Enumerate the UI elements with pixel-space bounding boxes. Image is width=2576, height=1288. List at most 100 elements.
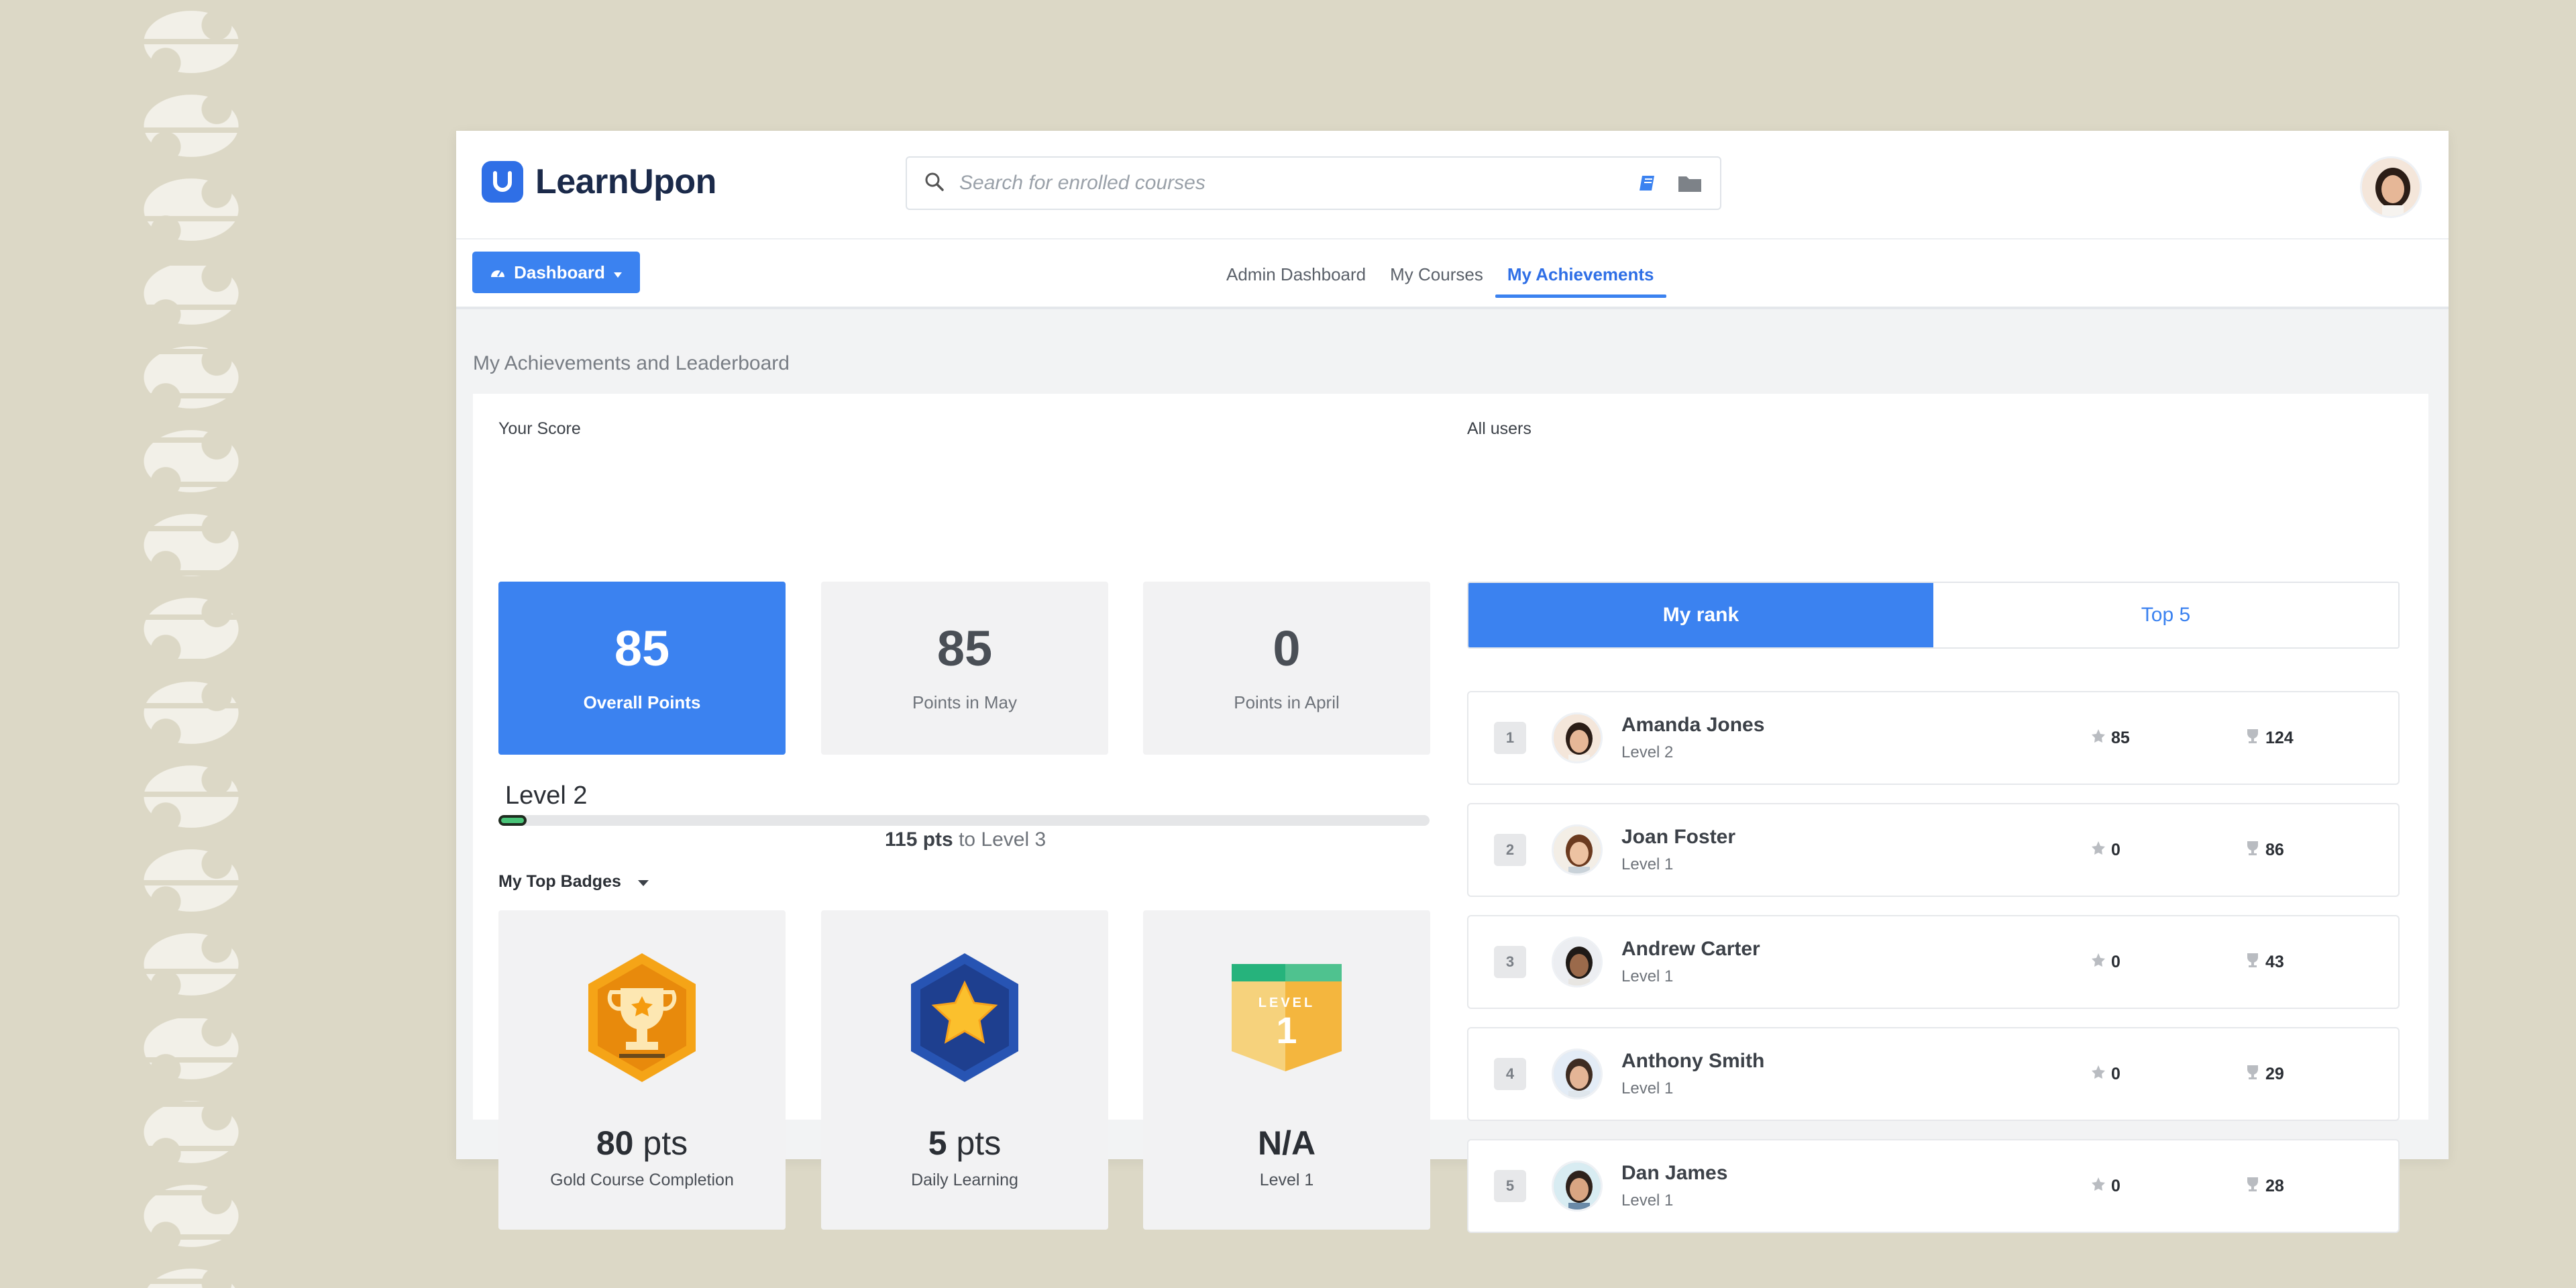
search-icon — [924, 172, 945, 195]
badge-card-level-1: LEVEL 1 N/A Level 1 — [1143, 910, 1430, 1230]
rank-number: 3 — [1494, 946, 1526, 978]
rank-number: 5 — [1494, 1170, 1526, 1202]
top-badges-label: My Top Badges — [498, 872, 621, 891]
user-level: Level 1 — [1621, 1191, 1674, 1210]
caret-down-icon — [637, 872, 649, 892]
trophy-icon — [2245, 1064, 2260, 1085]
level-title: Level 2 — [505, 782, 588, 810]
user-points: 0 — [2091, 953, 2245, 972]
user-trophies: 28 — [2245, 1176, 2326, 1197]
user-name: Amanda Jones — [1621, 714, 1765, 736]
rank-number: 4 — [1494, 1058, 1526, 1090]
points-value: 85 — [2111, 728, 2130, 747]
app-window: LearnUpon Search for enrolled courses Da… — [456, 131, 2449, 1233]
trophies-value: 86 — [2265, 840, 2284, 859]
user-trophies: 29 — [2245, 1064, 2326, 1085]
nav-bar: Dashboard Admin Dashboard My Courses My … — [456, 239, 2449, 309]
row-user-info: Amanda Jones Level 2 — [1621, 714, 2091, 762]
next-level-text: to Level 3 — [959, 828, 1046, 851]
badge-points: 80 pts — [596, 1124, 688, 1163]
all-users-label: All users — [1467, 419, 1532, 438]
user-level: Level 1 — [1621, 1079, 1674, 1097]
user-avatar — [1552, 1049, 1603, 1099]
tab-my-courses[interactable]: My Courses — [1378, 254, 1495, 295]
star-icon — [2091, 841, 2106, 860]
user-avatar — [1552, 936, 1603, 987]
top-badges-dropdown[interactable]: My Top Badges — [498, 872, 649, 892]
star-icon — [2091, 1065, 2106, 1084]
top-bar: LearnUpon — [456, 131, 2449, 239]
leaderboard-row[interactable]: 3 Andrew Carter Level 1 0 43 — [1467, 915, 2400, 1009]
trophy-icon — [2245, 728, 2260, 749]
user-trophies: 86 — [2245, 840, 2326, 861]
dashboard-dropdown-button[interactable]: Dashboard — [472, 252, 640, 293]
badge-points-value: N/A — [1257, 1124, 1316, 1162]
rank-toggle: My rank Top 5 — [1467, 582, 2400, 649]
row-user-info: Joan Foster Level 1 — [1621, 826, 2091, 874]
rank-number: 2 — [1494, 834, 1526, 866]
trophy-icon — [2245, 952, 2260, 973]
badge-points: 5 pts — [928, 1124, 1001, 1163]
row-user-info: Andrew Carter Level 1 — [1621, 938, 2091, 986]
folder-icon[interactable] — [1677, 173, 1703, 193]
overall-points-value: 85 — [614, 620, 670, 676]
logo-icon — [482, 161, 523, 203]
user-points: 0 — [2091, 841, 2245, 860]
level-badge-number: 1 — [1276, 1009, 1297, 1051]
dashboard-icon — [490, 262, 506, 283]
user-level: Level 1 — [1621, 967, 1674, 985]
user-name: Andrew Carter — [1621, 938, 1760, 960]
points-april-label: Points in April — [1234, 692, 1340, 712]
trophies-value: 28 — [2265, 1176, 2284, 1195]
points-value: 0 — [2111, 1064, 2121, 1083]
points-to-next-level: 115 pts to Level 3 — [885, 828, 1046, 851]
star-badge-icon — [904, 951, 1025, 1085]
user-trophies: 124 — [2245, 728, 2326, 749]
top-5-button[interactable]: Top 5 — [1933, 583, 2398, 647]
badge-points-unit: pts — [956, 1124, 1002, 1162]
leaderboard-row[interactable]: 5 Dan James Level 1 0 28 — [1467, 1139, 2400, 1233]
points-april-value: 0 — [1273, 620, 1301, 676]
user-level: Level 2 — [1621, 743, 1674, 761]
star-icon — [2091, 1177, 2106, 1196]
points-value: 0 — [2111, 952, 2121, 971]
brand-name: LearnUpon — [535, 162, 716, 201]
trophy-icon — [2245, 1176, 2260, 1197]
decorative-pattern — [127, 0, 255, 1288]
caret-down-icon — [613, 262, 623, 283]
user-avatar[interactable] — [2360, 156, 2422, 218]
user-name: Anthony Smith — [1621, 1050, 1765, 1072]
badge-points-unit: pts — [643, 1124, 688, 1162]
leaderboard-row[interactable]: 2 Joan Foster Level 1 0 86 — [1467, 803, 2400, 897]
points-may-card: 85 Points in May — [821, 582, 1108, 755]
badge-name: Level 1 — [1259, 1171, 1314, 1189]
catalog-icon[interactable] — [1638, 173, 1660, 193]
user-avatar — [1552, 824, 1603, 875]
level-badge-icon: LEVEL 1 — [1226, 951, 1347, 1085]
badge-name: Gold Course Completion — [550, 1171, 734, 1189]
points-may-label: Points in May — [912, 692, 1018, 712]
achievements-panel: Your Score 85 Overall Points 85 Points i… — [473, 394, 2428, 1233]
badge-card-daily-learning: 5 pts Daily Learning — [821, 910, 1108, 1230]
my-rank-button[interactable]: My rank — [1468, 583, 1933, 647]
badge-points-value: 80 — [596, 1124, 634, 1162]
brand-logo[interactable]: LearnUpon — [482, 161, 716, 203]
tab-my-achievements[interactable]: My Achievements — [1495, 254, 1666, 298]
user-name: Joan Foster — [1621, 826, 1736, 848]
badge-points-value: 5 — [928, 1124, 947, 1162]
user-points: 0 — [2091, 1065, 2245, 1084]
dashboard-button-label: Dashboard — [514, 262, 605, 282]
leaderboard-row[interactable]: 4 Anthony Smith Level 1 0 29 — [1467, 1027, 2400, 1121]
leaderboard-row[interactable]: 1 Amanda Jones Level 2 85 124 — [1467, 691, 2400, 785]
user-name: Dan James — [1621, 1162, 1728, 1184]
trophy-icon — [2245, 840, 2260, 861]
overall-points-label: Overall Points — [583, 692, 701, 712]
page-title: My Achievements and Leaderboard — [473, 352, 790, 374]
star-icon — [2091, 953, 2106, 972]
search-input[interactable] — [959, 172, 1621, 195]
points-value: 0 — [2111, 1176, 2121, 1195]
search-bar — [906, 156, 1721, 210]
user-avatar — [1552, 1161, 1603, 1212]
tab-admin-dashboard[interactable]: Admin Dashboard — [1214, 254, 1378, 295]
trophies-value: 124 — [2265, 728, 2294, 747]
